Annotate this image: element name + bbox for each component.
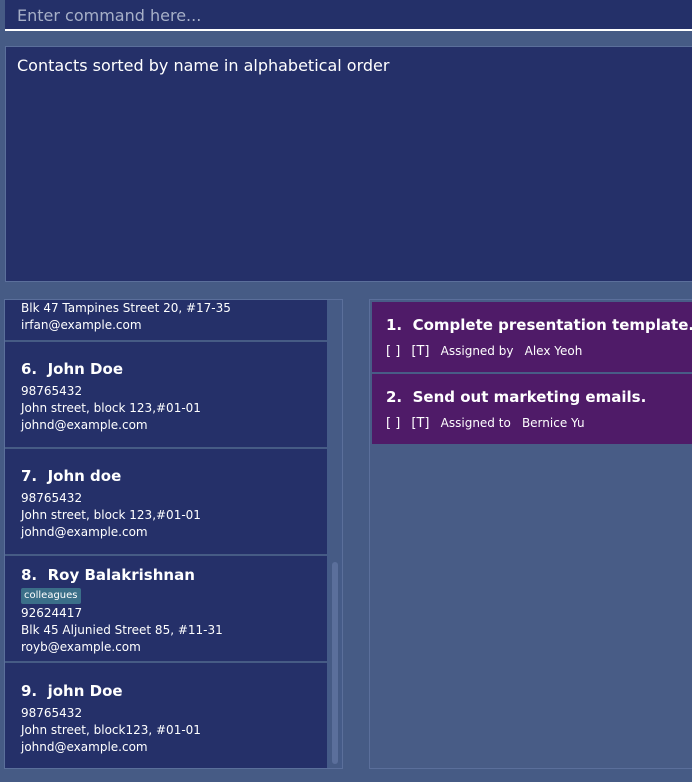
contact-address: Blk 47 Tampines Street 20, #17-35 [21,301,231,315]
contact-card[interactable]: 7. John doe 98765432 John street, block … [5,449,327,556]
contact-name: 8. Roy Balakrishnan [21,566,195,584]
task-title: 2. Send out marketing emails. [386,388,647,406]
task-person: Alex Yeoh [524,344,583,358]
contact-card[interactable]: 9. john Doe 98765432 John street, block1… [5,663,327,768]
contact-email: johnd@example.com [21,740,148,754]
contact-address: John street, block123, #01-01 [21,723,201,737]
contact-phone: 98765432 [21,384,83,398]
contact-name: 9. john Doe [21,682,123,700]
task-relation: Assigned by [440,344,514,358]
task-meta: [ ] [T] Assigned to Bernice Yu [386,416,592,431]
contact-card[interactable]: Blk 47 Tampines Street 20, #17-35 irfan@… [5,300,327,342]
command-input[interactable] [5,0,692,29]
contact-address: John street, block 123,#01-01 [21,508,201,522]
contact-list-scrollbar[interactable] [330,300,340,768]
contact-address: John street, block 123,#01-01 [21,401,201,415]
task-status: [ ] [386,344,401,359]
contact-email: johnd@example.com [21,418,148,432]
task-person: Bernice Yu [521,416,585,430]
task-status: [ ] [386,416,401,431]
result-message: Contacts sorted by name in alphabetical … [17,56,390,75]
contact-phone: 92624417 [21,606,83,620]
scrollbar-thumb[interactable] [332,562,338,764]
contact-email: irfan@example.com [21,318,142,332]
task-meta: [ ] [T] Assigned by Alex Yeoh [386,344,589,359]
contact-phone: 98765432 [21,491,83,505]
task-title: 1. Complete presentation template. [386,316,692,334]
contact-phone: 98765432 [21,706,83,720]
task-card[interactable]: 1. Complete presentation template. [ ] [… [372,302,692,372]
contact-card[interactable]: 6. John Doe 98765432 John street, block … [5,342,327,449]
task-type: [T] [411,344,430,359]
contact-email: royb@example.com [21,640,141,654]
contact-card[interactable]: 8. Roy Balakrishnan colleagues 92624417 … [5,556,327,663]
command-box[interactable] [5,0,692,31]
contact-email: johnd@example.com [21,525,148,539]
contact-name: 7. John doe [21,467,122,485]
task-relation: Assigned to [440,416,511,430]
task-list-panel[interactable]: 1. Complete presentation template. [ ] [… [369,299,692,769]
contact-tag: colleagues [21,588,81,604]
contact-list-panel[interactable]: Blk 47 Tampines Street 20, #17-35 irfan@… [4,299,343,769]
task-type: [T] [411,416,430,431]
contact-address: Blk 45 Aljunied Street 85, #11-31 [21,623,223,637]
contact-name: 6. John Doe [21,360,123,378]
task-card[interactable]: 2. Send out marketing emails. [ ] [T] As… [372,374,692,444]
result-display: Contacts sorted by name in alphabetical … [5,46,692,282]
